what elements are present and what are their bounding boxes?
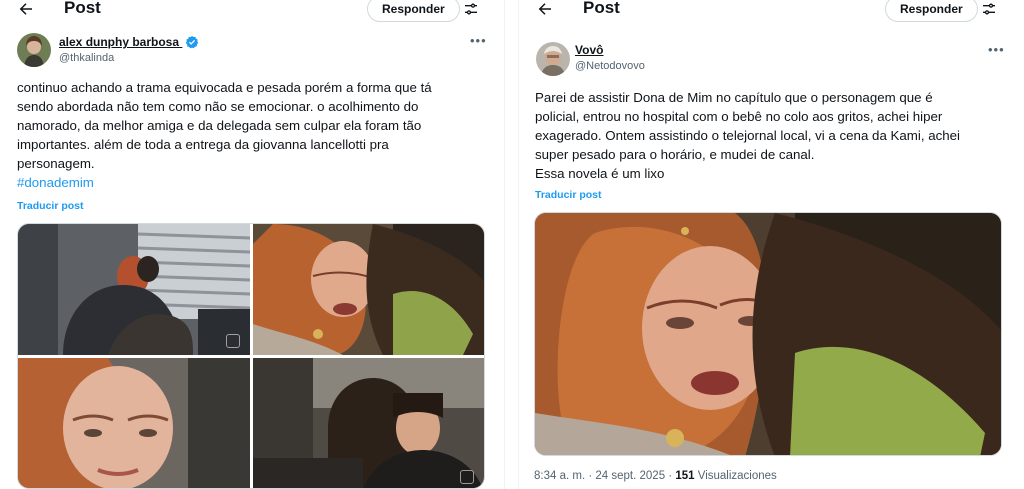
author-handle[interactable]: @Netodovovo xyxy=(575,60,645,72)
author-handle[interactable]: @thkalinda xyxy=(59,52,114,64)
media-image-tearful-closeup[interactable] xyxy=(18,358,250,488)
left-top-bar: Post Responder xyxy=(0,0,504,22)
media-grid xyxy=(17,223,485,489)
translate-post-link[interactable]: Traducir post xyxy=(535,189,602,201)
back-button[interactable] xyxy=(14,0,38,20)
post-meta: 8:34 a. m. · 24 sept. 2025 · 151 Visuali… xyxy=(534,470,777,482)
arrow-left-icon xyxy=(538,3,551,15)
media-image-crying-embrace-large[interactable] xyxy=(534,212,1002,456)
back-button[interactable] xyxy=(533,0,557,20)
post-text-line: super pesado para o horário, e mudei de … xyxy=(535,147,815,162)
translate-post-link[interactable]: Traducir post xyxy=(17,200,84,212)
post-text-line: namorado, da melhor amiga e da delegada … xyxy=(17,118,422,133)
sliders-icon[interactable] xyxy=(979,0,999,19)
verified-badge-icon xyxy=(186,35,199,49)
post-text: continuo achando a trama equivocada e pe… xyxy=(17,78,497,192)
arrow-left-icon xyxy=(19,3,32,15)
panel-gap xyxy=(505,0,518,489)
post-time[interactable]: 8:34 a. m. xyxy=(534,470,585,482)
sliders-icon[interactable] xyxy=(461,0,481,19)
more-horizontal-icon[interactable]: ••• xyxy=(470,33,487,48)
post-text-line: Parei de assistir Dona de Mim no capítul… xyxy=(535,90,933,105)
avatar[interactable] xyxy=(536,42,570,76)
more-horizontal-icon[interactable]: ••• xyxy=(988,42,1005,57)
post-text: Parei de assistir Dona de Mim no capítul… xyxy=(535,88,1015,183)
media-image-woman-in-car[interactable] xyxy=(253,358,484,488)
page-title: Post xyxy=(64,0,101,17)
post-text-line: personagem. xyxy=(17,156,95,171)
reply-button[interactable]: Responder xyxy=(885,0,978,22)
reply-button[interactable]: Responder xyxy=(367,0,460,22)
views-count: 151 xyxy=(675,470,695,482)
meta-separator: · xyxy=(668,470,673,482)
post-text-line: importantes. além de toda a entrega da g… xyxy=(17,137,389,152)
author-name[interactable]: Vovô xyxy=(575,43,603,57)
media-overlay-icon xyxy=(226,334,240,348)
meta-separator: · xyxy=(588,470,593,482)
left-post-panel: Post Responder alex dunphy barbosa @thka… xyxy=(0,0,505,489)
views-label: Visualizaciones xyxy=(697,470,777,482)
media-image-office-hug[interactable] xyxy=(18,224,250,355)
right-top-bar: Post Responder xyxy=(519,0,1024,22)
post-date[interactable]: 24 sept. 2025 xyxy=(595,470,665,482)
media-overlay-icon xyxy=(460,470,474,484)
post-text-line: continuo achando a trama equivocada e pe… xyxy=(17,80,432,95)
avatar[interactable] xyxy=(17,33,51,67)
author-name-text: alex dunphy barbosa xyxy=(59,35,180,49)
author-name[interactable]: alex dunphy barbosa xyxy=(59,35,199,49)
post-text-line: sendo abordada não tem como não se emoci… xyxy=(17,99,419,114)
media-image-crying-embrace[interactable] xyxy=(253,224,484,355)
post-text-line: exagerado. Ontem assistindo o telejornal… xyxy=(535,128,961,143)
page-title: Post xyxy=(583,0,620,17)
post-text-line: Essa novela é um lixo xyxy=(535,166,665,181)
post-text-line: policial, entrou no hospital com o bebê … xyxy=(535,109,943,124)
hashtag-link[interactable]: #donademim xyxy=(17,173,497,192)
